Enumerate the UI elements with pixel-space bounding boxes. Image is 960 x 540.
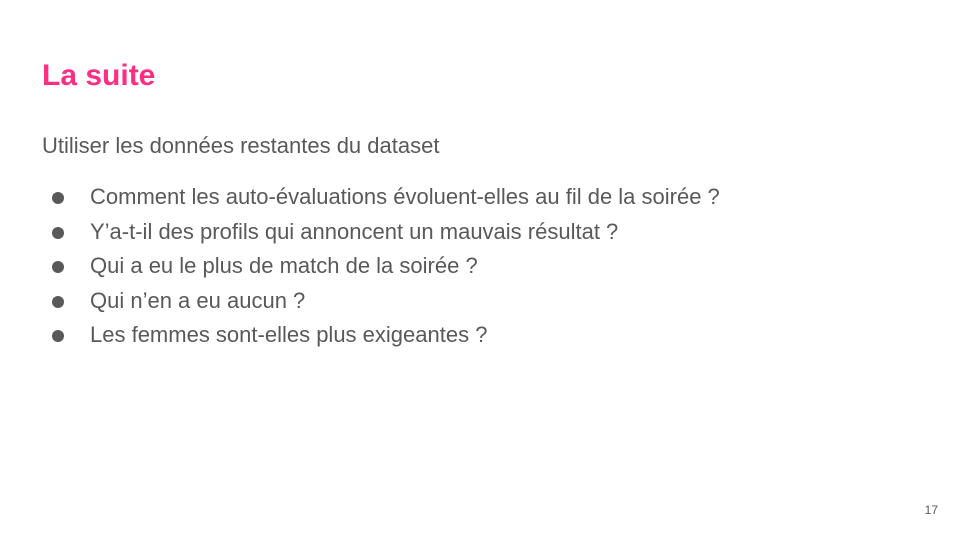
bullet-dot-icon [52, 192, 64, 204]
bullet-dot-icon [52, 295, 64, 308]
bullet-dot-icon [52, 226, 64, 239]
slide-title: La suite [42, 59, 156, 92]
page-number: 17 [924, 503, 938, 517]
bullet-dot-icon [52, 330, 64, 342]
bullet-text: Qui n’en a eu aucun ? [90, 287, 306, 313]
bullet-text: Les femmes sont-elles plus exigeantes ? [90, 322, 488, 347]
bullet-dot-icon [52, 261, 64, 273]
bullet-text: Comment les auto-évaluations évoluent-el… [90, 184, 720, 209]
intro-text: Utiliser les données restantes du datase… [42, 133, 440, 158]
bullet-text: Qui a eu le plus de match de la soirée ? [90, 253, 478, 278]
slide: La suite Utiliser les données restantes … [0, 0, 960, 540]
bullet-text: Y’a-t-il des profils qui annoncent un ma… [90, 218, 619, 244]
